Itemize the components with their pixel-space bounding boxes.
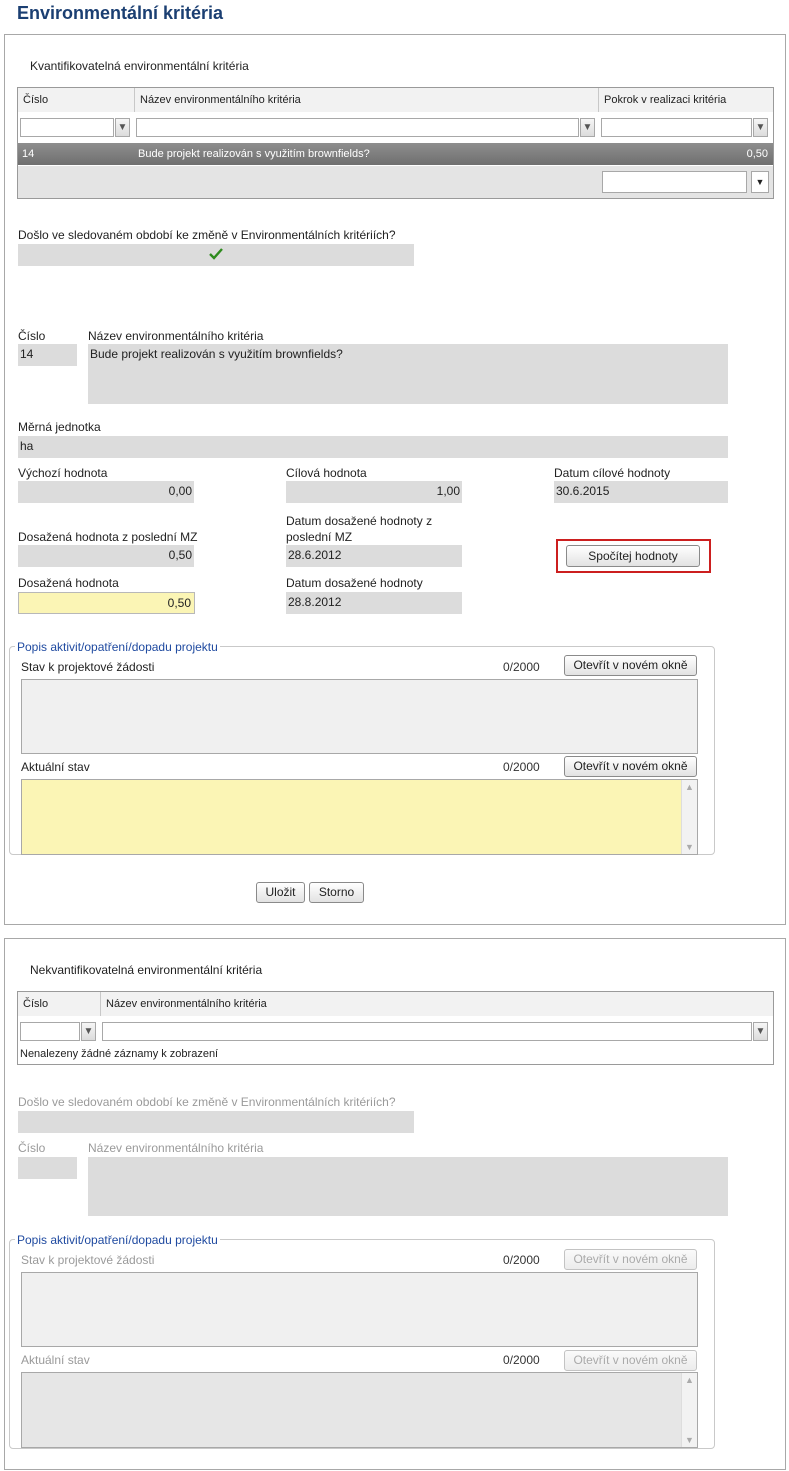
col-header-cislo-2[interactable]: Číslo [18, 992, 101, 1016]
quant-caption: Kvantifikovatelná environmentální kritér… [30, 59, 249, 73]
row-pokrok: 0,50 [746, 148, 768, 160]
table-row[interactable]: 14 Bude projekt realizován s využitím br… [18, 143, 773, 165]
vychozi-label: Výchozí hodnota [18, 466, 108, 480]
datum-cilove-label: Datum cílové hodnoty [554, 466, 671, 480]
aktualni-scrollbar[interactable]: ▲ ▼ [681, 780, 697, 854]
scroll-down-icon-2[interactable]: ▼ [685, 1435, 694, 1445]
cislo-value: 14 [18, 344, 77, 366]
filter-pokrok-input[interactable] [601, 118, 752, 137]
dosazena-mz-value: 0,50 [18, 545, 194, 567]
aktualni-counter-2: 0/2000 [503, 1353, 540, 1367]
vychozi-value: 0,00 [18, 481, 194, 503]
filter-nazev-input[interactable] [136, 118, 579, 137]
aktualni-textarea[interactable]: ▲ ▼ [21, 779, 698, 855]
cilova-label: Cílová hodnota [286, 466, 367, 480]
change-question-label: Došlo ve sledovaném období ke změně v En… [18, 228, 396, 242]
datum-cilove-value: 30.6.2015 [554, 481, 728, 503]
col-header-cislo[interactable]: Číslo [18, 88, 135, 112]
stav-counter-2: 0/2000 [503, 1253, 540, 1267]
cislo-label-2: Číslo [18, 1141, 46, 1155]
stav-label-2: Stav k projektové žádosti [21, 1253, 155, 1267]
col-header-pokrok[interactable]: Pokrok v realizaci kritéria [599, 88, 773, 112]
filter-nazev-input-2[interactable] [102, 1022, 752, 1041]
stav-open-new-window-button-2[interactable]: Otevřít v novém okně [564, 1249, 697, 1270]
cilova-value: 1,00 [286, 481, 462, 503]
aktualni-counter: 0/2000 [503, 760, 540, 774]
cislo-value-2 [18, 1157, 77, 1179]
filter-nazev-icon-2[interactable]: ▼ [753, 1022, 768, 1041]
nonquant-caption: Nekvantifikovatelná environmentální krit… [30, 963, 263, 977]
aktualni-open-new-window-button[interactable]: Otevřít v novém okně [564, 756, 697, 777]
page-size-dropdown-button[interactable]: ▼ [751, 171, 769, 193]
aktualni-textarea-2: ▲ ▼ [21, 1372, 698, 1448]
jednotka-value: ha [18, 436, 728, 458]
spocitej-hodnoty-button[interactable]: Spočítej hodnoty [566, 545, 700, 567]
scroll-up-icon[interactable]: ▲ [685, 782, 694, 792]
nazev-label: Název environmentálního kritéria [88, 329, 264, 343]
row-cislo: 14 [22, 148, 35, 160]
col-header-nazev[interactable]: Název environmentálního kritéria [135, 88, 599, 112]
stav-counter: 0/2000 [503, 660, 540, 674]
stav-textarea[interactable] [21, 679, 698, 754]
nazev-value: Bude projekt realizován s využitím brown… [88, 344, 728, 404]
filter-cislo-input-2[interactable] [20, 1022, 80, 1041]
dosazena-mz-label: Dosažená hodnota z poslední MZ [18, 530, 198, 544]
aktualni-scrollbar-2[interactable]: ▲ ▼ [681, 1373, 697, 1447]
nazev-label-2: Název environmentálního kritéria [88, 1141, 264, 1155]
filter-cislo-icon[interactable]: ▼ [115, 118, 130, 137]
stav-textarea-2 [21, 1272, 698, 1347]
page-title: Environmentální kritéria [17, 3, 224, 23]
scroll-down-icon[interactable]: ▼ [685, 842, 694, 852]
popis-legend: Popis aktivit/opatření/dopadu projektu [15, 640, 220, 654]
col-header-nazev-2[interactable]: Název environmentálního kritéria [101, 992, 773, 1016]
cislo-label: Číslo [18, 329, 46, 343]
aktualni-label-2: Aktuální stav [21, 1353, 90, 1367]
datum-dosazene-mz-label: Datum dosažené hodnoty z poslední MZ [286, 514, 433, 544]
dosazena-label: Dosažená hodnota [18, 576, 119, 590]
jednotka-label: Měrná jednotka [18, 420, 101, 434]
change-checkbox[interactable] [18, 244, 414, 266]
datum-dosazene-label: Datum dosažené hodnoty [286, 576, 423, 590]
aktualni-label: Aktuální stav [21, 760, 90, 774]
nonquant-grid: Číslo Název environmentálního kritéria ▼… [17, 991, 774, 1065]
nazev-value-2 [88, 1157, 728, 1216]
datum-dosazene-mz-value: 28.6.2012 [286, 545, 462, 567]
datum-dosazene-value: 28.8.2012 [286, 592, 462, 614]
stav-open-new-window-button[interactable]: Otevřít v novém okně [564, 655, 697, 676]
save-button[interactable]: Uložit [256, 882, 305, 903]
checkmark-icon [209, 248, 223, 260]
filter-cislo-icon-2[interactable]: ▼ [81, 1022, 96, 1041]
filter-nazev-icon[interactable]: ▼ [580, 118, 595, 137]
change-checkbox-2 [18, 1111, 414, 1133]
quant-grid: Číslo Název environmentálního kritéria P… [17, 87, 774, 199]
dosazena-input-value: 0,50 [167, 596, 191, 610]
cancel-button[interactable]: Storno [309, 882, 364, 903]
aktualni-open-new-window-button-2[interactable]: Otevřít v novém okně [564, 1350, 697, 1371]
filter-pokrok-icon[interactable]: ▼ [753, 118, 768, 137]
popis-legend-2: Popis aktivit/opatření/dopadu projektu [15, 1233, 220, 1247]
filter-cislo-input[interactable] [20, 118, 114, 137]
stav-label: Stav k projektové žádosti [21, 660, 155, 674]
row-nazev: Bude projekt realizován s využitím brown… [138, 148, 370, 160]
dosazena-input[interactable]: 0,50 [18, 592, 195, 614]
scroll-up-icon-2[interactable]: ▲ [685, 1375, 694, 1385]
change-question-label-2: Došlo ve sledovaném období ke změně v En… [18, 1095, 396, 1109]
page-size-select[interactable] [602, 171, 747, 193]
empty-message: Nenalezeny žádné záznamy k zobrazení [20, 1048, 219, 1060]
